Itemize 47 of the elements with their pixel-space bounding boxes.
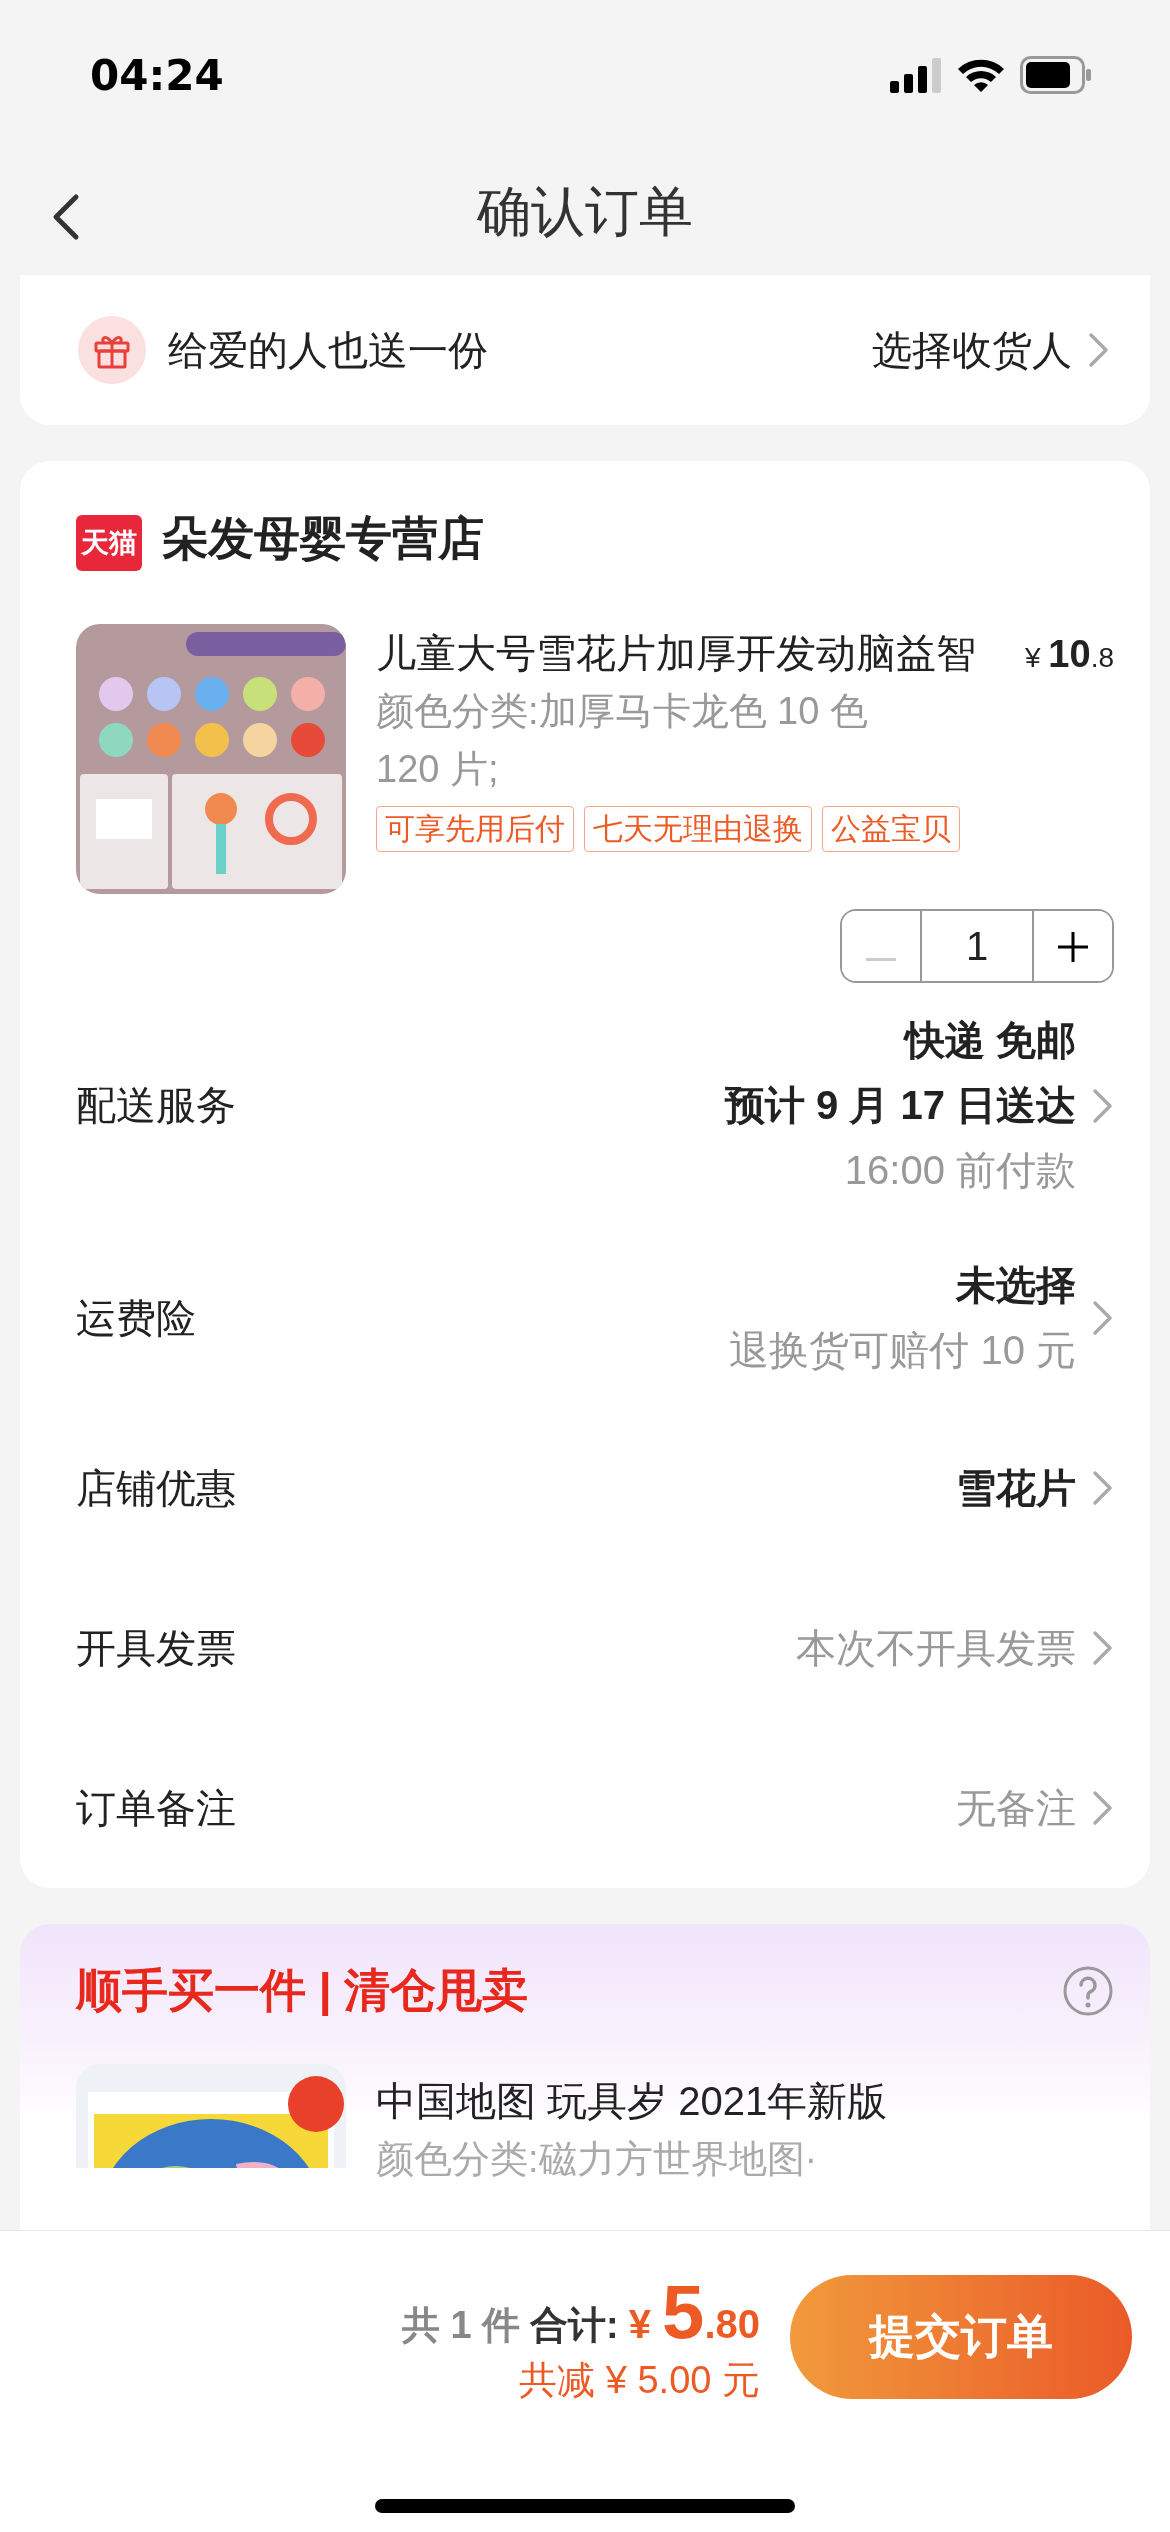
service-tag: 七天无理由退换 xyxy=(584,806,812,852)
product-title: 中国地图 玩具岁 2021年新版 xyxy=(376,2078,888,2125)
discount-text: 共减 ¥ 5.00 元 xyxy=(519,2358,760,2403)
chevron-icon xyxy=(1088,332,1110,368)
service-tag: 可享先用后付 xyxy=(376,806,574,852)
chevron-icon xyxy=(1092,1470,1114,1506)
row-label: 开具发票 xyxy=(76,1624,237,1672)
store-logo: 天猫 xyxy=(76,515,142,571)
page-title: 确认订单 xyxy=(477,180,693,243)
row-value: 未选择 xyxy=(956,1262,1076,1309)
help-icon[interactable] xyxy=(1062,1965,1114,2017)
battery-icon xyxy=(1020,56,1092,94)
row-value: 本次不开具发票 xyxy=(796,1624,1076,1672)
signal-icon xyxy=(890,57,942,93)
row-value: 16:00 前付款 xyxy=(844,1147,1076,1194)
total-amount: ¥5.80 xyxy=(628,2268,760,2355)
row-label: 配送服务 xyxy=(76,1082,237,1129)
row-label: 运费险 xyxy=(76,1294,197,1342)
chevron-icon xyxy=(1092,1630,1114,1666)
row-value: 退换货可赔付 10 元 xyxy=(729,1327,1076,1374)
store-name: 朵发母婴专营店 xyxy=(162,511,484,566)
chevron-icon xyxy=(1092,1790,1114,1826)
gift-label: 给爱的人也送一份 xyxy=(168,326,489,374)
product-spec: 120 片; xyxy=(376,747,500,792)
row-value: 快递 免邮 xyxy=(904,1017,1076,1064)
total-label: 合计: xyxy=(530,2303,619,2348)
row-value-link[interactable]: 快递 免邮 预计 9 月 17 日送达 16:00 前付款 xyxy=(724,1008,1114,1203)
product-spec: 颜色分类:磁力方世界地图· xyxy=(376,2137,819,2182)
minus-icon xyxy=(866,958,896,962)
row-value-link[interactable]: 雪花片 xyxy=(956,1455,1114,1521)
service-tag: 公益宝贝 xyxy=(822,806,960,852)
row-label: 订单备注 xyxy=(76,1784,237,1832)
chevron-icon xyxy=(1092,1087,1114,1124)
product-price: ¥ 10.8 xyxy=(1025,633,1114,676)
row-value: 雪花片 xyxy=(956,1464,1076,1512)
row-label: 店铺优惠 xyxy=(76,1464,237,1512)
upsell-title: 顺手买一件 | 清仓甩卖 xyxy=(76,1963,529,2018)
row-value: 无备注 xyxy=(956,1784,1076,1832)
status-time: 04:24 xyxy=(90,50,224,100)
row-value: 预计 9 月 17 日送达 xyxy=(724,1082,1076,1129)
plus-icon xyxy=(1058,932,1088,962)
item-count: 共 1 件 xyxy=(401,2303,521,2348)
choose-recipient-link[interactable]: 选择收货人 xyxy=(872,322,1110,378)
chevron-icon xyxy=(1092,1300,1114,1336)
row-value-link[interactable]: 未选择 退换货可赔付 10 元 xyxy=(729,1253,1114,1383)
product-spec: 颜色分类:加厚马卡龙色 10 色 xyxy=(376,689,869,734)
product-title: 儿童大号雪花片加厚开发动脑益智 xyxy=(376,630,976,677)
